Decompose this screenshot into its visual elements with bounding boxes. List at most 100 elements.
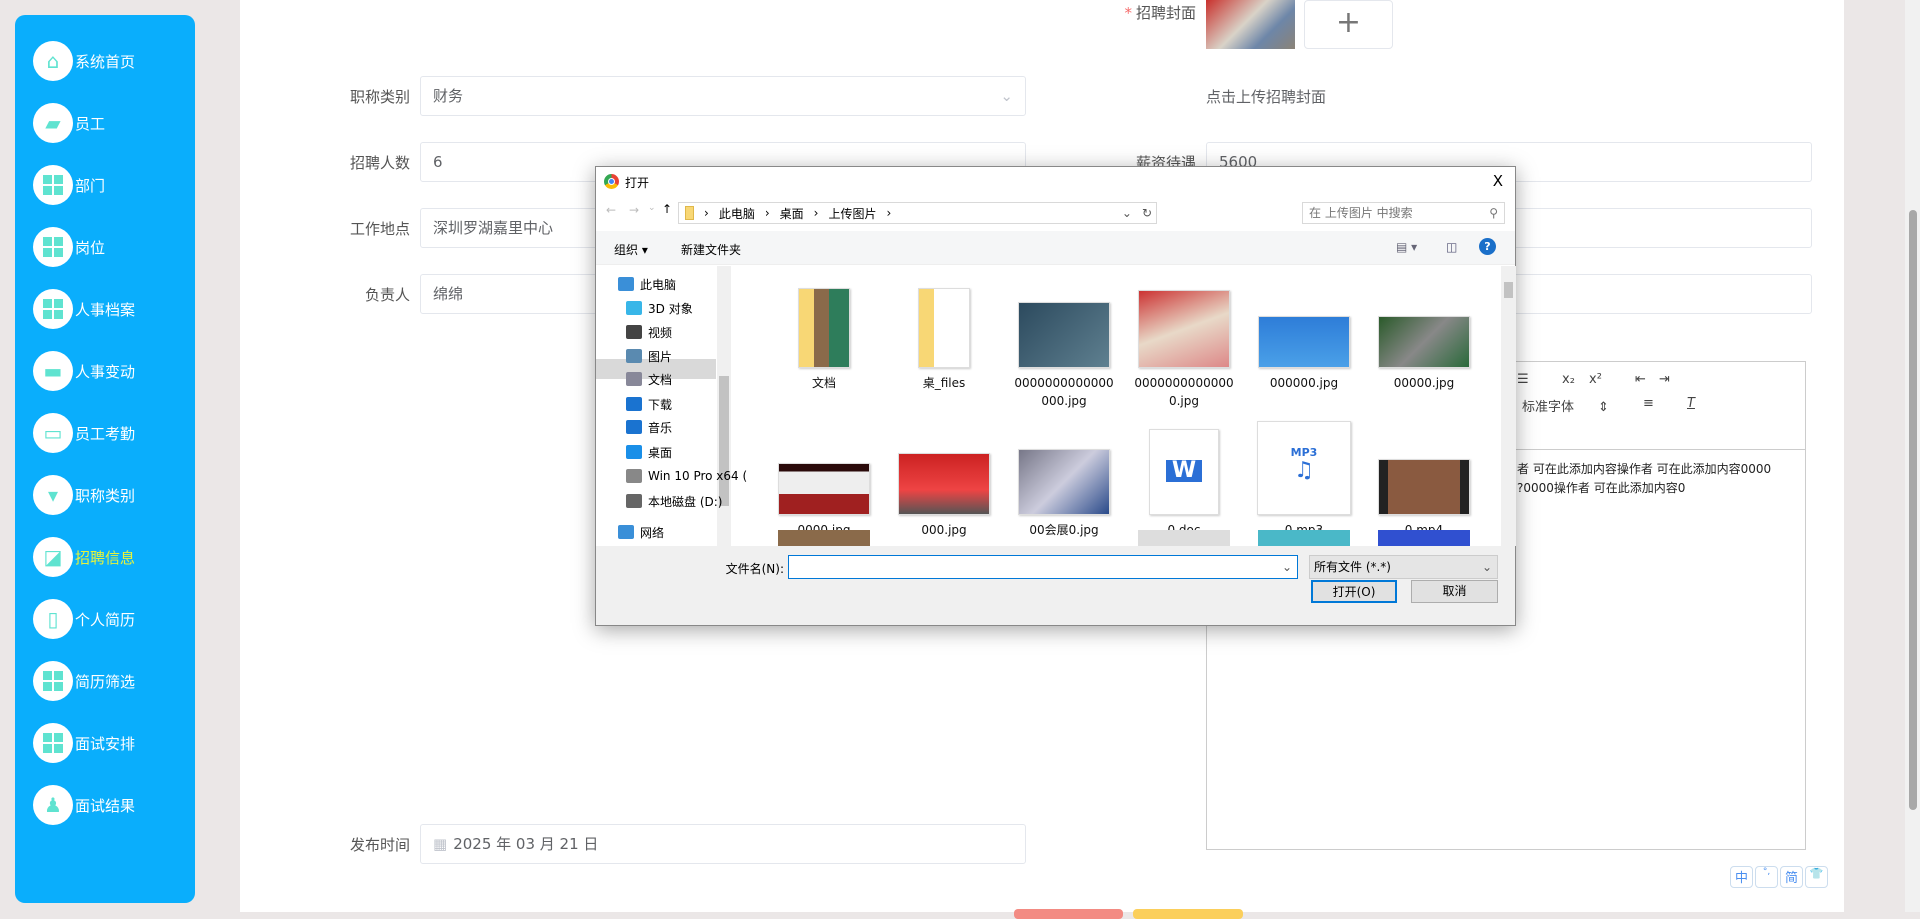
refresh-icon[interactable]: ↻ (1142, 206, 1152, 220)
sidebar-item-label: 系统首页 (75, 52, 136, 71)
file-item[interactable]: W0.doc (1126, 419, 1242, 539)
outdent-icon[interactable]: ⇤ (1635, 372, 1646, 387)
file-item-partial[interactable] (778, 530, 870, 546)
sidebar-item-label: 员工 (75, 114, 106, 133)
file-item-partial[interactable] (898, 530, 990, 546)
nav-item[interactable]: 文档 (626, 368, 672, 390)
nav-item[interactable]: 3D 对象 (626, 297, 693, 319)
search-input[interactable]: 在 上传图片 中搜索 ⚲ (1302, 202, 1505, 224)
forward-icon[interactable]: → (629, 203, 639, 217)
search-icon: ⚲ (1489, 206, 1498, 220)
close-button[interactable]: X (1493, 172, 1503, 190)
recent-dropdown-icon[interactable]: ⌄ (648, 203, 656, 213)
back-icon[interactable]: ← (606, 203, 616, 217)
sidebar-item[interactable]: ▾ 职称类别 (33, 475, 135, 515)
sidebar-item[interactable]: ♟ 面试结果 (33, 785, 135, 825)
sidebar-item[interactable]: 简历筛选 (33, 661, 135, 701)
upload-cover-button[interactable]: + (1304, 0, 1393, 49)
sidebar-item[interactable]: ⌂ 系统首页 (33, 41, 135, 81)
list-icon[interactable]: ☰ (1517, 372, 1529, 387)
file-type-select[interactable]: 所有文件 (*.*) ⌄ (1309, 555, 1498, 579)
breadcrumb-item[interactable]: 桌面 (780, 205, 804, 222)
breadcrumb-item[interactable]: 上传图片 (828, 205, 876, 222)
new-folder-button[interactable]: 新建文件夹 (681, 241, 741, 258)
preview-pane-icon[interactable]: ◫ (1446, 240, 1457, 254)
ime-punct-icon[interactable]: °, (1755, 866, 1778, 888)
superscript-icon[interactable]: x² (1589, 372, 1602, 387)
nav-item[interactable]: 下载 (626, 393, 672, 415)
nav-item[interactable]: 图片 (626, 345, 672, 367)
open-button[interactable]: 打开(O) (1311, 580, 1397, 603)
organize-button[interactable]: 组织 ▾ (614, 241, 648, 258)
sidebar-item[interactable]: ▬ 人事变动 (33, 351, 135, 391)
address-bar[interactable]: › 此电脑 › 桌面 › 上传图片 › ⌄ ↻ (678, 202, 1157, 224)
word-doc-icon: W (1149, 429, 1219, 515)
reset-button[interactable] (1014, 909, 1123, 919)
cancel-button[interactable]: 取消 (1411, 580, 1498, 603)
nav-item[interactable]: 桌面 (626, 441, 672, 463)
ime-toolbar[interactable]: 中 °, 简 👕 (1730, 866, 1828, 888)
sidebar-item-label: 面试安排 (75, 734, 136, 753)
sidebar-item[interactable]: ◪ 招聘信息 (33, 537, 135, 577)
file-item-partial[interactable] (1258, 530, 1350, 546)
ime-simplified-icon[interactable]: 简 (1780, 866, 1803, 888)
sidebar-item[interactable]: 面试安排 (33, 723, 135, 763)
file-item[interactable]: 00000000000000.jpg (1126, 286, 1242, 410)
page-scrollbar[interactable] (1905, 0, 1920, 912)
nav-item[interactable]: 视频 (626, 321, 672, 343)
file-name: 文档 (811, 376, 836, 390)
clear-format-icon[interactable]: T (1687, 396, 1695, 411)
file-item[interactable]: 文档 (766, 286, 882, 392)
subscript-icon[interactable]: x₂ (1562, 372, 1575, 387)
file-name: 00000000000000.jpg (1134, 376, 1234, 408)
font-select[interactable]: 标准字体 ⇕ (1522, 396, 1609, 415)
nav-item-label: 本地磁盘 (D:) (648, 494, 723, 509)
ime-mode-icon[interactable]: 中 (1730, 866, 1753, 888)
file-item[interactable]: 0.mp4 (1366, 419, 1482, 539)
file-item[interactable]: 000.jpg (886, 419, 1002, 539)
nav-item[interactable]: 音乐 (626, 416, 672, 438)
image-thumbnail (1378, 316, 1470, 368)
nav-item[interactable]: 本地磁盘 (D:) (626, 490, 722, 512)
dialog-titlebar: 打开 X (596, 167, 1515, 197)
video-thumbnail (1378, 459, 1470, 515)
sidebar-item[interactable]: 岗位 (33, 227, 105, 267)
downloads-icon (626, 397, 642, 411)
file-item[interactable]: 00会展0.jpg (1006, 419, 1122, 539)
file-item-partial[interactable] (1018, 530, 1110, 546)
file-item[interactable]: 000000.jpg (1246, 286, 1362, 392)
nav-item[interactable]: 网络 (618, 521, 664, 543)
indent-icon[interactable]: ⇥ (1659, 372, 1670, 387)
publish-date-input[interactable]: ▦ 2025 年 03 月 21 日 (420, 824, 1026, 864)
ime-skin-icon[interactable]: 👕 (1805, 866, 1828, 888)
chevron-down-icon[interactable]: ⌄ (1122, 206, 1132, 220)
file-item-partial[interactable] (1378, 530, 1470, 546)
file-item[interactable]: 00000.jpg (1366, 286, 1482, 392)
filename-input[interactable]: ⌄ (788, 555, 1298, 579)
nav-item[interactable]: 此电脑 (618, 273, 676, 295)
title-category-select[interactable]: 财务 ⌄ (420, 76, 1026, 116)
cover-image[interactable] (1206, 0, 1295, 49)
nav-item[interactable]: Win 10 Pro x64 ( (626, 465, 747, 487)
sidebar-item[interactable]: ▯ 个人简历 (33, 599, 135, 639)
file-item[interactable]: 0000000000000000.jpg (1006, 286, 1122, 410)
sidebar-item[interactable]: 人事档案 (33, 289, 135, 329)
file-item[interactable]: MP3♫0.mp3 (1246, 419, 1362, 539)
submit-button[interactable] (1133, 909, 1243, 919)
location-label: 工作地点 (349, 220, 410, 238)
align-icon[interactable]: ≡ (1643, 396, 1654, 411)
help-icon[interactable]: ? (1479, 238, 1496, 255)
grid-scrollbar[interactable] (1501, 266, 1516, 546)
file-item[interactable]: 0000.jpg (766, 419, 882, 539)
nav-item-label: 文档 (648, 372, 673, 387)
calendar-icon: ▦ (433, 835, 448, 853)
file-item-partial[interactable] (1138, 530, 1230, 546)
pictures-icon (626, 349, 642, 363)
file-item[interactable]: 桌_files (886, 286, 1002, 392)
view-icon[interactable]: ▤ ▾ (1396, 240, 1417, 254)
up-icon[interactable]: ↑ (662, 202, 672, 216)
breadcrumb-item[interactable]: 此电脑 (719, 205, 755, 222)
sidebar-item[interactable]: ▭ 员工考勤 (33, 413, 135, 453)
sidebar-item[interactable]: 部门 (33, 165, 105, 205)
sidebar-item[interactable]: ▰ 员工 (33, 103, 105, 143)
